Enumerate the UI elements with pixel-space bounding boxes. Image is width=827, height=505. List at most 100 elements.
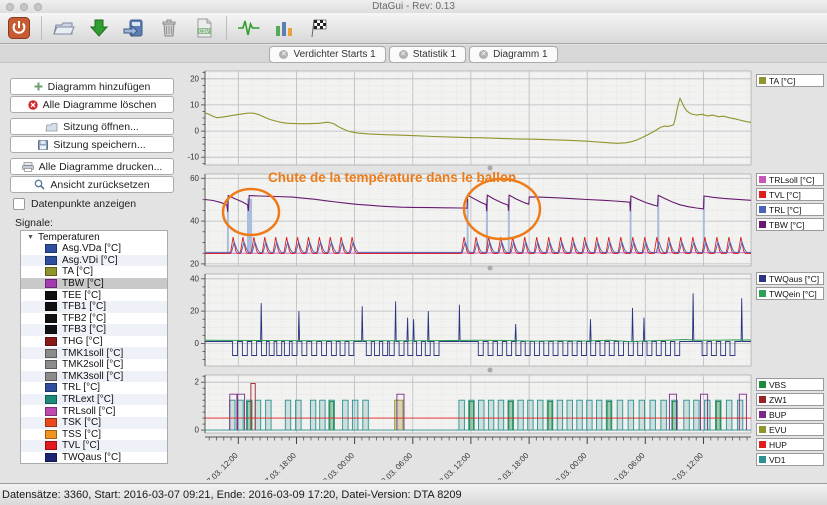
signal-label: Asg.VDa [°C] [62,243,121,254]
signals-label: Signale: [15,217,53,229]
signal-item-ta[interactable]: TA [°C] [21,266,167,278]
signal-color-swatch [45,430,57,439]
checkbox-label: Datenpunkte anzeigen [31,198,136,210]
tab-verdichter-starts-1[interactable]: ✕Verdichter Starts 1 [269,46,385,63]
folder-icon [45,122,58,132]
show-datapoints-checkbox-row[interactable]: Datenpunkte anzeigen [13,198,136,210]
legend-label: HUP [769,440,787,450]
import-data-icon[interactable] [121,15,147,41]
tab-close-icon[interactable]: ✕ [279,50,288,59]
waveform-icon[interactable] [236,15,262,41]
svg-text:-10: -10 [187,153,199,162]
signal-label: TWQaus [°C] [62,452,121,463]
title-bar: DtaGui - Rev: 0.13 [0,0,827,13]
legend-label: BUP [769,410,786,420]
status-bar: Datensätze: 3360, Start: 2016-03-07 09:2… [0,483,827,505]
sitzung-öffnen-button[interactable]: Sitzung öffnen... [10,118,174,135]
legend-label: TWQein [°C] [769,289,817,299]
signal-item-tfb1[interactable]: TFB1 [°C] [21,301,167,313]
finish-flag-icon[interactable] [306,15,332,41]
csv-export-icon[interactable]: CSV [191,15,217,41]
legend-color-swatch [759,456,766,463]
legend-color-swatch [759,396,766,403]
signal-label: TEE [°C] [62,290,101,301]
chart-panel-0[interactable]: -1001020 [185,68,755,168]
signal-label: TVL [°C] [62,440,100,451]
trash-icon[interactable] [156,15,182,41]
svg-text:08.03. 12:00: 08.03. 12:00 [434,451,472,480]
signal-item-tfb3[interactable]: TFB3 [°C] [21,324,167,336]
chart-panel-2[interactable]: 02040 [185,271,755,369]
svg-text:09.03. 00:00: 09.03. 00:00 [551,451,589,480]
print-icon [22,162,34,172]
signal-item-tsk[interactable]: TSK [°C] [21,417,167,429]
power-icon[interactable] [6,15,32,41]
plus-icon [34,82,43,91]
folder-open-icon[interactable] [51,15,77,41]
legend-label: TRLsoll [°C] [769,175,814,185]
ansicht-zurücksetzen-button[interactable]: Ansicht zurücksetzen [10,176,174,193]
signal-label: TFB2 [°C] [62,313,106,324]
bar-chart-icon[interactable] [271,15,297,41]
signal-label: TRL [°C] [62,382,100,393]
svg-text:08.03. 00:00: 08.03. 00:00 [318,451,356,480]
sitzung-speichern-button[interactable]: Sitzung speichern... [10,136,174,153]
signal-item-thg[interactable]: THG [°C] [21,336,167,348]
signal-item-tee[interactable]: TEE [°C] [21,289,167,301]
legend-group-panel-0: TA [°C] [756,74,824,87]
signal-item-tvl[interactable]: TVL [°C] [21,440,167,452]
alle-diagramme-löschen-button[interactable]: Alle Diagramme löschen [10,96,174,113]
tab-diagramm-1[interactable]: ✕Diagramm 1 [469,46,557,63]
tab-statistik-1[interactable]: ✕ Statistik 1 [389,46,466,63]
signal-item-tmk3soll[interactable]: TMK3soll [°C] [21,371,167,383]
tab-close-icon[interactable]: ✕ [479,50,488,59]
legend-label: VBS [769,380,786,390]
svg-text:0: 0 [195,127,200,136]
tree-node-temperaturen[interactable]: ▼ Temperaturen [21,231,167,243]
signal-item-trlext[interactable]: TRLext [°C] [21,394,167,406]
signal-list[interactable]: ▼ Temperaturen Asg.VDa [°C]Asg.VDi [°C]T… [20,230,168,464]
tab-close-icon[interactable]: ✕ [399,50,408,59]
signal-label: THG [°C] [62,336,103,347]
signal-item-tmk1soll[interactable]: TMK1soll [°C] [21,347,167,359]
button-label: Sitzung speichern... [53,139,145,151]
checkbox-icon[interactable] [13,198,25,210]
tab-label: Statistik 1 [413,49,456,60]
signal-item-asgvda[interactable]: Asg.VDa [°C] [21,243,167,255]
legend-label: TVL [°C] [769,190,801,200]
signal-item-tbw[interactable]: TBW [°C] [21,278,167,290]
signal-item-twqaus[interactable]: TWQaus [°C] [21,452,167,464]
signal-item-asgvdi[interactable]: Asg.VDi [°C] [21,255,167,267]
button-label: Ansicht zurücksetzen [50,179,149,191]
signal-item-trl[interactable]: TRL [°C] [21,382,167,394]
legend-item-tbw: TBW [°C] [756,218,824,231]
signal-item-tfb2[interactable]: TFB2 [°C] [21,313,167,325]
signal-item-trlsoll[interactable]: TRLsoll [°C] [21,405,167,417]
chart-area: -1001020 204060 02040 02 07.03. 12:0007.… [185,64,757,480]
legend-item-ta: TA [°C] [756,74,824,87]
legend-color-swatch [759,221,766,228]
legend-item-vd1: VD1 [756,453,824,466]
tab-bar: ✕Verdichter Starts 1✕Statistik 1✕Diagram… [0,45,827,63]
chart-panel-1[interactable]: 204060 [185,171,755,269]
button-label: Diagramm hinzufügen [48,81,151,93]
svg-text:60: 60 [190,174,199,183]
x-axis: 07.03. 12:0007.03. 18:0008.03. 00:0008.0… [185,436,755,480]
chart-panel-3[interactable]: 02 [185,372,755,436]
legend-item-zw1: ZW1 [756,393,824,406]
diagramm-hinzufügen-button[interactable]: Diagramm hinzufügen [10,78,174,95]
svg-text:40: 40 [190,217,199,226]
download-arrow-icon[interactable] [86,15,112,41]
status-text: Datensätze: 3360, Start: 2016-03-07 09:2… [2,489,462,501]
disclosure-triangle-icon[interactable]: ▼ [27,234,34,241]
alle-diagramme-drucken-button[interactable]: Alle Diagramme drucken... [10,158,174,175]
legend-item-trlsoll: TRLsoll [°C] [756,173,824,186]
signal-label: TMK2soll [°C] [62,359,123,370]
legend-color-swatch [759,206,766,213]
signal-item-tmk2soll[interactable]: TMK2soll [°C] [21,359,167,371]
signal-label: TFB3 [°C] [62,324,106,335]
signal-item-tss[interactable]: TSS [°C] [21,429,167,441]
legend-label: VD1 [769,455,786,465]
signal-color-swatch [45,453,57,462]
signal-label: TBW [°C] [62,278,104,289]
